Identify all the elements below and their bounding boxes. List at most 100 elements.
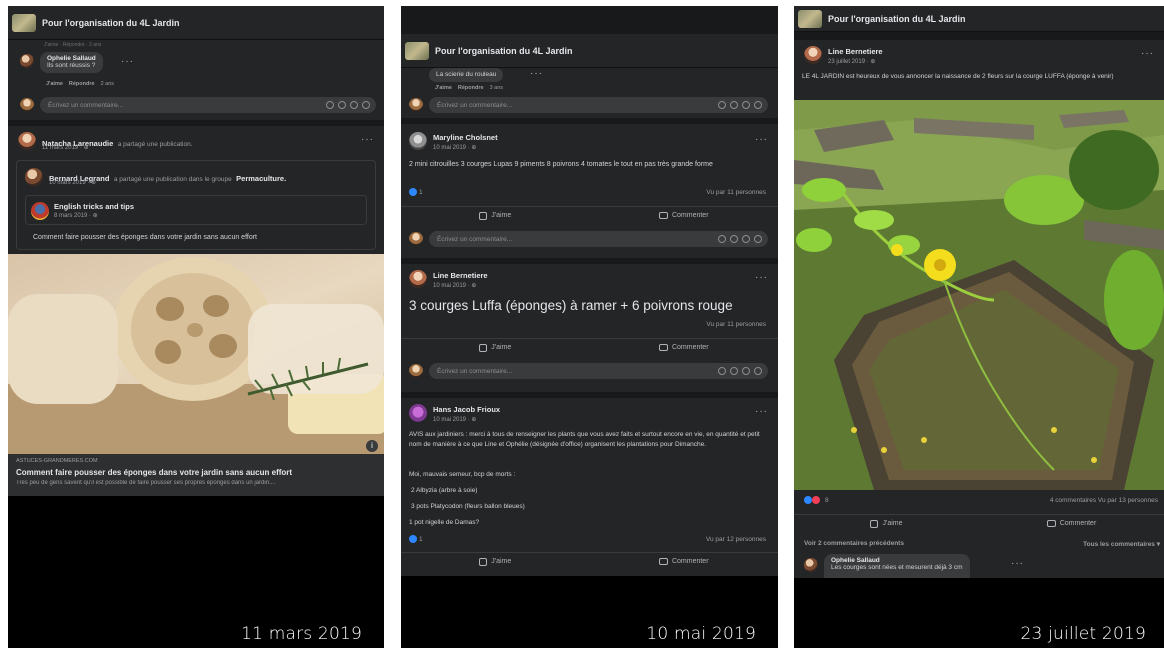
comment-label: Commenter [671, 344, 709, 351]
date-caption: 11 mars 2019 [241, 624, 362, 644]
more-options-icon[interactable]: ··· [361, 134, 374, 145]
commenter-avatar[interactable] [804, 558, 818, 572]
more-options-icon[interactable]: ··· [1141, 48, 1154, 59]
like-button[interactable]: J'aime [401, 207, 590, 224]
author-avatar[interactable] [804, 46, 822, 64]
thumbs-up-icon [479, 557, 488, 566]
post-actions: J'aime Commenter [401, 206, 778, 224]
author-name[interactable]: Maryline Cholsnet [433, 133, 498, 142]
more-options-icon[interactable]: ··· [755, 406, 768, 417]
reactions[interactable]: 1 [409, 188, 423, 196]
camera-icon[interactable] [730, 367, 738, 375]
loofah-sponge-image[interactable] [8, 254, 384, 454]
seen-by[interactable]: Vu par 12 personnes [706, 536, 766, 543]
more-options-icon[interactable]: ··· [755, 272, 768, 283]
comment-age: 3 ans [489, 85, 504, 91]
comment-reply-link[interactable]: Répondre [69, 81, 95, 87]
camera-icon[interactable] [730, 235, 738, 243]
like-button[interactable]: J'aime [794, 515, 979, 532]
post-stats[interactable]: 4 commentaires Vu par 13 personnes [1050, 497, 1158, 504]
post-date[interactable]: 10 mai 2019 · ⊕ [433, 416, 476, 423]
more-options-icon[interactable]: ··· [755, 134, 768, 145]
sharer-avatar[interactable] [18, 132, 36, 150]
sticker-icon[interactable] [754, 101, 762, 109]
post-list-item: 1 pot nigelle de Damas? [409, 519, 480, 526]
more-options-icon[interactable]: ··· [1011, 558, 1024, 569]
comment-author[interactable]: Ophelie Sallaud [47, 55, 96, 62]
group-header[interactable]: Pour l'organisation du 4L Jardin [401, 34, 778, 68]
post-list-item: 2 Albyzia (arbre à soie) [411, 487, 478, 494]
emoji-icon[interactable] [326, 101, 334, 109]
post-date[interactable]: 10 mai 2019 · ⊕ [433, 282, 476, 289]
page-name[interactable]: English tricks and tips [54, 202, 134, 211]
gif-icon[interactable] [350, 101, 358, 109]
view-previous-comments-link[interactable]: Voir 2 commentaires précédents [804, 540, 904, 547]
emoji-icon[interactable] [718, 235, 726, 243]
author-avatar[interactable] [409, 270, 427, 288]
seen-by[interactable]: Vu par 11 personnes [706, 189, 766, 196]
like-button[interactable]: J'aime [401, 553, 590, 570]
comment-icon [658, 212, 668, 219]
inner-share-date[interactable]: 10 mars 2019 · ⊕ [49, 179, 96, 186]
post-date[interactable]: 23 juillet 2019 · ⊕ [828, 58, 875, 65]
page-avatar[interactable] [31, 202, 49, 220]
comment-filter-dropdown[interactable]: Tous les commentaires ▾ [1083, 540, 1160, 548]
post-card: Line Bernetiere 23 juillet 2019 · ⊕ ··· … [794, 40, 1164, 578]
like-button[interactable]: J'aime [401, 339, 590, 356]
camera-icon[interactable] [338, 101, 346, 109]
info-icon[interactable]: i [366, 440, 378, 452]
comment-reply-link[interactable]: Répondre [458, 85, 484, 91]
emoji-icon[interactable] [718, 367, 726, 375]
page-post-date[interactable]: 8 mars 2019 · ⊕ [54, 212, 98, 219]
sticker-icon[interactable] [754, 235, 762, 243]
post-big-text: 3 courges Luffa (éponges) à ramer + 6 po… [409, 298, 733, 313]
comment-like-link[interactable]: J'aime [46, 81, 63, 87]
comment-input[interactable]: Écrivez un commentaire... [40, 97, 376, 113]
comment-input[interactable]: Écrivez un commentaire... [429, 363, 768, 379]
group-header[interactable]: Pour l'organisation du 4L Jardin [794, 6, 1164, 32]
reactions[interactable]: 8 [804, 496, 829, 504]
link-preview[interactable]: ASTUCES-GRANDMERES.COM Comment faire pou… [8, 440, 384, 496]
group-header[interactable]: Pour l'organisation du 4L Jardin [8, 6, 384, 40]
comment-placeholder: Écrivez un commentaire... [437, 101, 513, 109]
comment-age: 2 ans [100, 81, 115, 87]
camera-icon[interactable] [730, 101, 738, 109]
author-name[interactable]: Line Bernetiere [828, 47, 883, 56]
post-separator [8, 120, 384, 125]
gif-icon[interactable] [742, 235, 750, 243]
sticker-icon[interactable] [754, 367, 762, 375]
reactions[interactable]: 1 [409, 535, 423, 543]
author-avatar[interactable] [409, 404, 427, 422]
inner-group-name[interactable]: Permaculture. [236, 174, 286, 183]
garden-photo[interactable] [794, 100, 1164, 490]
emoji-icon[interactable] [718, 101, 726, 109]
gif-icon[interactable] [742, 367, 750, 375]
inner-author-avatar[interactable] [25, 168, 43, 186]
author-name[interactable]: Line Bernetiere [433, 271, 488, 280]
comment-input-icons [718, 101, 762, 109]
comment-button[interactable]: Commenter [590, 207, 779, 224]
post-text: 2 mini citrouilles 3 courges Lupas 9 pim… [409, 161, 713, 168]
author-avatar[interactable] [409, 132, 427, 150]
share-date[interactable]: 11 mars 2019 · ⊕ [42, 144, 89, 151]
comment-button[interactable]: Commenter [590, 553, 779, 570]
more-options-icon[interactable]: ··· [121, 56, 134, 67]
reaction-count: 1 [419, 188, 423, 196]
more-options-icon[interactable]: ··· [530, 68, 543, 79]
gif-icon[interactable] [742, 101, 750, 109]
seen-by[interactable]: Vu par 11 personnes [706, 321, 766, 328]
comment-text: Les courges sont nées et mesurent déjà 3… [831, 564, 963, 571]
author-name[interactable]: Hans Jacob Frioux [433, 405, 500, 414]
comment-button[interactable]: Commenter [979, 515, 1164, 532]
comment-button[interactable]: Commenter [590, 339, 779, 356]
comment-like-link[interactable]: J'aime [435, 85, 452, 91]
comment-input[interactable]: Écrivez un commentaire... [429, 231, 768, 247]
thumbs-up-icon [870, 519, 879, 528]
commenter-avatar[interactable] [20, 54, 34, 68]
comment-input[interactable]: Écrivez un commentaire... [429, 97, 768, 113]
inner-shared-post[interactable]: Bernard Legrand a partagé une publicatio… [16, 160, 376, 250]
sticker-icon[interactable] [362, 101, 370, 109]
date-caption: 23 juillet 2019 [1020, 624, 1146, 644]
comment-author[interactable]: Ophelie Sallaud [831, 557, 963, 564]
post-date[interactable]: 10 mai 2019 · ⊕ [433, 144, 476, 151]
